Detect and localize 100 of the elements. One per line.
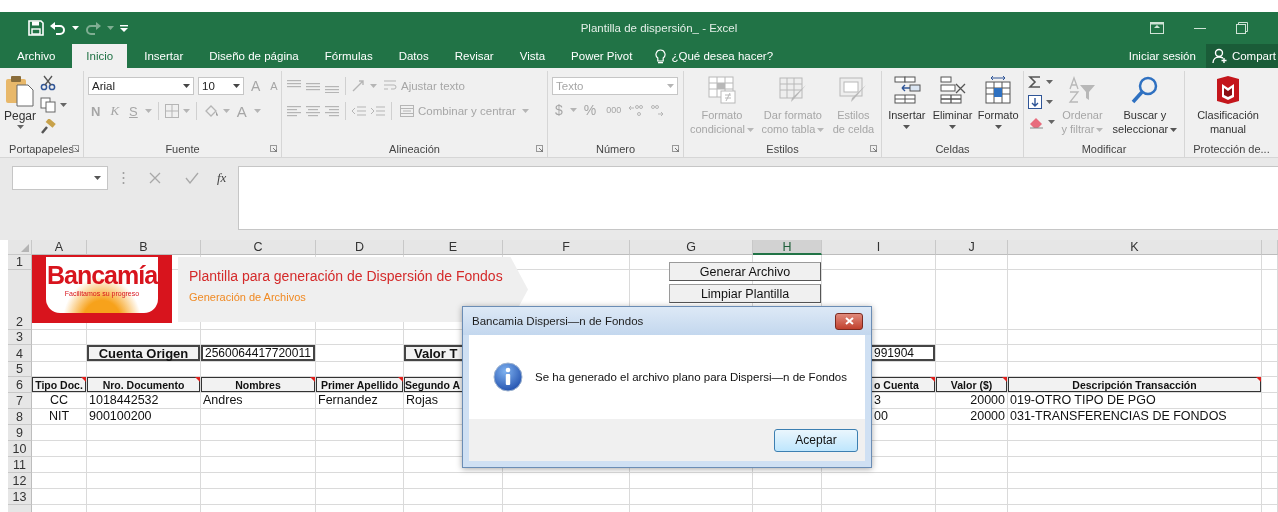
- align-center-icon[interactable]: [305, 104, 321, 118]
- splitter-icon[interactable]: [122, 171, 125, 185]
- column-header[interactable]: J: [936, 240, 1008, 255]
- table-cell: Fernandez: [316, 393, 404, 409]
- customize-icon[interactable]: [120, 24, 128, 32]
- ribbon-tab[interactable]: Vista: [510, 44, 555, 68]
- column-header[interactable]: C: [201, 240, 316, 255]
- cells-command-button[interactable]: Eliminar: [931, 73, 974, 129]
- share-button[interactable]: Compart: [1205, 44, 1278, 68]
- classification-button[interactable]: Clasificación manual: [1189, 73, 1267, 136]
- ribbon-tab[interactable]: Datos: [389, 44, 438, 68]
- formula-field[interactable]: [238, 166, 1278, 230]
- accept-button[interactable]: Aceptar: [774, 428, 858, 452]
- clipboard-icon: [5, 75, 35, 107]
- sign-in-link[interactable]: Iniciar sesión: [1118, 44, 1206, 68]
- column-header[interactable]: [1262, 240, 1278, 255]
- macro-button[interactable]: Generar Archivo: [669, 262, 821, 281]
- row-number[interactable]: 13: [8, 489, 32, 505]
- dialog-launcher-icon[interactable]: [870, 145, 877, 152]
- table-cell: Tipo Doc.: [32, 377, 87, 393]
- row-number[interactable]: 3: [8, 330, 32, 345]
- align-left-icon[interactable]: [286, 104, 302, 118]
- table-cell: Primer Apellido: [316, 377, 404, 393]
- caret-icon: [144, 109, 152, 113]
- insert-function-button[interactable]: fx: [217, 170, 227, 186]
- comment-marker-icon: [195, 377, 200, 382]
- format-painter-icon[interactable]: [40, 119, 57, 135]
- fill-down-icon[interactable]: [1028, 95, 1042, 109]
- copy-icon[interactable]: [40, 97, 57, 113]
- name-box[interactable]: [12, 166, 108, 190]
- group-label: Portapapeles: [9, 142, 74, 155]
- cells-command-button[interactable]: Insertar: [886, 73, 928, 129]
- select-all-icon[interactable]: [21, 244, 29, 252]
- editing-command-button[interactable]: Buscar y seleccionar: [1109, 73, 1180, 136]
- ribbon-tab[interactable]: Inicio: [72, 44, 128, 68]
- column-header[interactable]: K: [1008, 240, 1262, 255]
- ribbon-tab[interactable]: Revisar: [445, 44, 503, 68]
- ribbon-tab[interactable]: Power Pivot: [562, 44, 642, 68]
- scissors-icon[interactable]: [40, 75, 57, 91]
- search-icon: [1129, 75, 1160, 105]
- close-button[interactable]: [835, 312, 863, 330]
- column-header[interactable]: D: [316, 240, 404, 255]
- paste-button[interactable]: Pegar: [4, 73, 37, 129]
- comment-marker-icon: [1002, 377, 1007, 382]
- borders-icon[interactable]: [164, 104, 179, 118]
- column-header[interactable]: F: [503, 240, 630, 255]
- table-cell: [936, 255, 1008, 270]
- column-header[interactable]: B: [87, 240, 201, 255]
- row-number[interactable]: 10: [8, 441, 32, 457]
- table-cell: [936, 330, 1008, 345]
- decrease-decimal-icon[interactable]: [648, 103, 665, 117]
- macro-button[interactable]: Limpiar Plantilla: [669, 284, 821, 303]
- row-number[interactable]: 4: [8, 345, 32, 362]
- table-cell: [1262, 441, 1278, 457]
- comment-marker-icon: [1256, 377, 1261, 382]
- dialog-launcher-icon[interactable]: [270, 145, 277, 152]
- undo-icon[interactable]: [50, 21, 66, 35]
- row-number[interactable]: 12: [8, 473, 32, 489]
- orientation-icon[interactable]: [351, 79, 367, 93]
- row-number[interactable]: 9: [8, 425, 32, 441]
- caret-icon: [903, 125, 911, 129]
- save-icon[interactable]: [28, 20, 44, 36]
- ribbon-tab[interactable]: Diseño de página: [200, 44, 308, 68]
- row-number[interactable]: 5: [8, 362, 32, 377]
- ribbon-tab[interactable]: Fórmulas: [315, 44, 382, 68]
- row-number[interactable]: 1: [8, 255, 32, 270]
- table-cell: [1262, 489, 1278, 505]
- cancel-icon[interactable]: [149, 172, 161, 184]
- row-number[interactable]: 8: [8, 409, 32, 425]
- column-header[interactable]: E: [404, 240, 503, 255]
- row-number[interactable]: 7: [8, 393, 32, 409]
- increase-indent-icon[interactable]: [370, 104, 386, 118]
- caret-icon: [1048, 120, 1055, 124]
- column-header[interactable]: I: [822, 240, 936, 255]
- ribbon-tab[interactable]: Archivo: [8, 44, 65, 68]
- table-cell: 031-TRANSFERENCIAS DE FONDOS: [1008, 409, 1262, 425]
- redo-icon: [85, 21, 101, 35]
- dialog-launcher-icon[interactable]: [72, 145, 79, 152]
- decrease-indent-icon[interactable]: [351, 104, 367, 118]
- autosum-icon[interactable]: [1028, 75, 1042, 89]
- group-label: Fuente: [165, 142, 200, 155]
- enter-icon[interactable]: [185, 172, 199, 184]
- column-header[interactable]: A: [32, 240, 87, 255]
- ribbon-tab[interactable]: Insertar: [135, 44, 193, 68]
- column-header[interactable]: G: [630, 240, 753, 255]
- column-header[interactable]: H: [753, 240, 822, 255]
- restore-icon[interactable]: [1236, 22, 1248, 34]
- dialog-launcher-icon[interactable]: [672, 145, 679, 152]
- increase-decimal-icon[interactable]: [628, 103, 645, 117]
- eraser-icon[interactable]: [1028, 115, 1044, 129]
- align-right-icon[interactable]: [324, 104, 340, 118]
- dialog-launcher-icon[interactable]: [536, 145, 543, 152]
- table-cell: [32, 330, 87, 345]
- ribbon-display-icon[interactable]: [1150, 22, 1164, 34]
- table-cell: 1018442532: [87, 393, 201, 409]
- tell-me-search[interactable]: ¿Qué desea hacer?: [655, 44, 774, 68]
- row-number[interactable]: 11: [8, 457, 32, 473]
- row-number[interactable]: 2: [8, 270, 32, 330]
- cells-command-button[interactable]: Formato: [977, 73, 1019, 129]
- row-number[interactable]: 6: [8, 377, 32, 393]
